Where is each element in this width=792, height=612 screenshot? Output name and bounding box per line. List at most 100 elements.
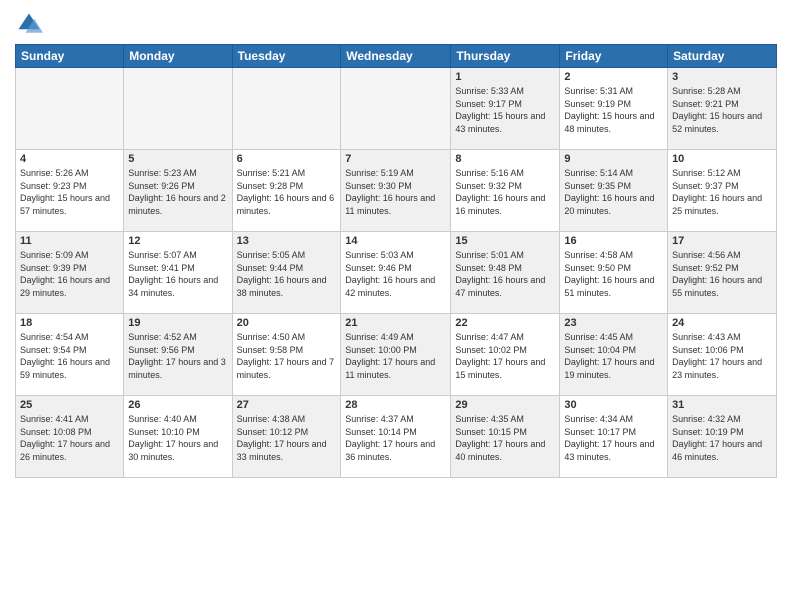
calendar-cell: 1 Sunrise: 5:33 AM Sunset: 9:17 PM Daylig… — [451, 68, 560, 150]
calendar-cell: 31 Sunrise: 4:32 AM Sunset: 10:19 PM Dayl… — [668, 396, 777, 478]
day-info: Sunrise: 5:09 AM Sunset: 9:39 PM Dayligh… — [20, 249, 119, 299]
day-info: Sunrise: 4:37 AM Sunset: 10:14 PM Daylig… — [345, 413, 446, 463]
day-info: Sunrise: 5:14 AM Sunset: 9:35 PM Dayligh… — [564, 167, 663, 217]
day-number: 12 — [128, 235, 227, 247]
calendar-week-5: 25 Sunrise: 4:41 AM Sunset: 10:08 PM Dayl… — [16, 396, 777, 478]
calendar-cell: 2 Sunrise: 5:31 AM Sunset: 9:19 PM Daylig… — [560, 68, 668, 150]
calendar-cell: 17 Sunrise: 4:56 AM Sunset: 9:52 PM Dayli… — [668, 232, 777, 314]
day-number: 9 — [564, 153, 663, 165]
col-header-tuesday: Tuesday — [232, 45, 341, 68]
page: SundayMondayTuesdayWednesdayThursdayFrid… — [0, 0, 792, 612]
calendar-cell — [232, 68, 341, 150]
col-header-wednesday: Wednesday — [341, 45, 451, 68]
calendar-cell: 22 Sunrise: 4:47 AM Sunset: 10:02 PM Dayl… — [451, 314, 560, 396]
day-number: 31 — [672, 399, 772, 411]
day-number: 17 — [672, 235, 772, 247]
day-number: 19 — [128, 317, 227, 329]
day-info: Sunrise: 4:41 AM Sunset: 10:08 PM Daylig… — [20, 413, 119, 463]
day-info: Sunrise: 5:01 AM Sunset: 9:48 PM Dayligh… — [455, 249, 555, 299]
calendar-cell: 6 Sunrise: 5:21 AM Sunset: 9:28 PM Daylig… — [232, 150, 341, 232]
calendar-cell: 23 Sunrise: 4:45 AM Sunset: 10:04 PM Dayl… — [560, 314, 668, 396]
day-number: 21 — [345, 317, 446, 329]
day-number: 27 — [237, 399, 337, 411]
day-info: Sunrise: 4:54 AM Sunset: 9:54 PM Dayligh… — [20, 331, 119, 381]
day-info: Sunrise: 4:47 AM Sunset: 10:02 PM Daylig… — [455, 331, 555, 381]
day-info: Sunrise: 4:35 AM Sunset: 10:15 PM Daylig… — [455, 413, 555, 463]
day-number: 3 — [672, 71, 772, 83]
day-info: Sunrise: 5:23 AM Sunset: 9:26 PM Dayligh… — [128, 167, 227, 217]
calendar-week-1: 1 Sunrise: 5:33 AM Sunset: 9:17 PM Daylig… — [16, 68, 777, 150]
day-info: Sunrise: 5:31 AM Sunset: 9:19 PM Dayligh… — [564, 85, 663, 135]
day-info: Sunrise: 5:21 AM Sunset: 9:28 PM Dayligh… — [237, 167, 337, 217]
calendar-cell: 26 Sunrise: 4:40 AM Sunset: 10:10 PM Dayl… — [124, 396, 232, 478]
calendar-cell: 28Sunrise: 4:37 AM Sunset: 10:14 PM Dayl… — [341, 396, 451, 478]
day-number: 5 — [128, 153, 227, 165]
day-number: 16 — [564, 235, 663, 247]
day-info: Sunrise: 5:19 AM Sunset: 9:30 PM Dayligh… — [345, 167, 446, 217]
day-number: 13 — [237, 235, 337, 247]
day-info: Sunrise: 4:56 AM Sunset: 9:52 PM Dayligh… — [672, 249, 772, 299]
col-header-sunday: Sunday — [16, 45, 124, 68]
day-info: Sunrise: 5:07 AM Sunset: 9:41 PM Dayligh… — [128, 249, 227, 299]
col-header-friday: Friday — [560, 45, 668, 68]
day-number: 20 — [237, 317, 337, 329]
day-number: 18 — [20, 317, 119, 329]
calendar-cell: 3 Sunrise: 5:28 AM Sunset: 9:21 PM Daylig… — [668, 68, 777, 150]
col-header-saturday: Saturday — [668, 45, 777, 68]
calendar-cell: 18 Sunrise: 4:54 AM Sunset: 9:54 PM Dayli… — [16, 314, 124, 396]
day-info: Sunrise: 5:33 AM Sunset: 9:17 PM Dayligh… — [455, 85, 555, 135]
calendar-cell: 30 Sunrise: 4:34 AM Sunset: 10:17 PM Dayl… — [560, 396, 668, 478]
day-info: Sunrise: 5:16 AM Sunset: 9:32 PM Dayligh… — [455, 167, 555, 217]
calendar-cell: 7 Sunrise: 5:19 AM Sunset: 9:30 PM Daylig… — [341, 150, 451, 232]
day-number: 26 — [128, 399, 227, 411]
calendar-week-3: 11 Sunrise: 5:09 AM Sunset: 9:39 PM Dayli… — [16, 232, 777, 314]
calendar-table: SundayMondayTuesdayWednesdayThursdayFrid… — [15, 44, 777, 478]
calendar-cell: 12 Sunrise: 5:07 AM Sunset: 9:41 PM Dayli… — [124, 232, 232, 314]
day-info: Sunrise: 4:32 AM Sunset: 10:19 PM Daylig… — [672, 413, 772, 463]
header — [15, 10, 777, 38]
calendar-cell: 8Sunrise: 5:16 AM Sunset: 9:32 PM Daylig… — [451, 150, 560, 232]
calendar-cell: 19 Sunrise: 4:52 AM Sunset: 9:56 PM Dayli… — [124, 314, 232, 396]
day-info: Sunrise: 4:40 AM Sunset: 10:10 PM Daylig… — [128, 413, 227, 463]
day-number: 6 — [237, 153, 337, 165]
day-number: 29 — [455, 399, 555, 411]
calendar-cell: 20 Sunrise: 4:50 AM Sunset: 9:58 PM Dayli… — [232, 314, 341, 396]
calendar-cell: 24Sunrise: 4:43 AM Sunset: 10:06 PM Dayl… — [668, 314, 777, 396]
calendar-header-row: SundayMondayTuesdayWednesdayThursdayFrid… — [16, 45, 777, 68]
day-info: Sunrise: 4:50 AM Sunset: 9:58 PM Dayligh… — [237, 331, 337, 381]
calendar-cell: 16Sunrise: 4:58 AM Sunset: 9:50 PM Dayli… — [560, 232, 668, 314]
day-info: Sunrise: 5:28 AM Sunset: 9:21 PM Dayligh… — [672, 85, 772, 135]
calendar-cell: 27 Sunrise: 4:38 AM Sunset: 10:12 PM Dayl… — [232, 396, 341, 478]
calendar-cell: 9 Sunrise: 5:14 AM Sunset: 9:35 PM Daylig… — [560, 150, 668, 232]
calendar-cell: 5 Sunrise: 5:23 AM Sunset: 9:26 PM Daylig… — [124, 150, 232, 232]
day-number: 24 — [672, 317, 772, 329]
day-number: 11 — [20, 235, 119, 247]
calendar-cell: 15 Sunrise: 5:01 AM Sunset: 9:48 PM Dayli… — [451, 232, 560, 314]
day-number: 1 — [455, 71, 555, 83]
day-info: Sunrise: 4:45 AM Sunset: 10:04 PM Daylig… — [564, 331, 663, 381]
day-number: 23 — [564, 317, 663, 329]
day-number: 7 — [345, 153, 446, 165]
day-number: 15 — [455, 235, 555, 247]
day-number: 14 — [345, 235, 446, 247]
day-info: Sunrise: 4:49 AM Sunset: 10:00 PM Daylig… — [345, 331, 446, 381]
calendar-cell: 25 Sunrise: 4:41 AM Sunset: 10:08 PM Dayl… — [16, 396, 124, 478]
calendar-cell: 21 Sunrise: 4:49 AM Sunset: 10:00 PM Dayl… — [341, 314, 451, 396]
day-number: 30 — [564, 399, 663, 411]
calendar-week-2: 4 Sunrise: 5:26 AM Sunset: 9:23 PM Daylig… — [16, 150, 777, 232]
logo — [15, 10, 47, 38]
calendar-cell — [341, 68, 451, 150]
day-number: 4 — [20, 153, 119, 165]
day-number: 25 — [20, 399, 119, 411]
logo-icon — [15, 10, 43, 38]
col-header-thursday: Thursday — [451, 45, 560, 68]
calendar-cell: 10Sunrise: 5:12 AM Sunset: 9:37 PM Dayli… — [668, 150, 777, 232]
day-info: Sunrise: 4:38 AM Sunset: 10:12 PM Daylig… — [237, 413, 337, 463]
day-info: Sunrise: 4:34 AM Sunset: 10:17 PM Daylig… — [564, 413, 663, 463]
day-info: Sunrise: 4:52 AM Sunset: 9:56 PM Dayligh… — [128, 331, 227, 381]
day-info: Sunrise: 5:26 AM Sunset: 9:23 PM Dayligh… — [20, 167, 119, 217]
day-number: 22 — [455, 317, 555, 329]
day-info: Sunrise: 5:12 AM Sunset: 9:37 PM Dayligh… — [672, 167, 772, 217]
day-number: 2 — [564, 71, 663, 83]
calendar-cell: 13Sunrise: 5:05 AM Sunset: 9:44 PM Dayli… — [232, 232, 341, 314]
